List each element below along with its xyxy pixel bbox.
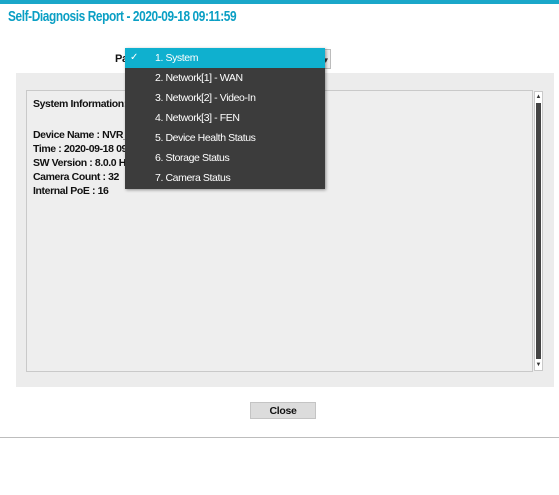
menu-item-network-wan[interactable]: 2. Network[1] - WAN (125, 68, 325, 88)
menu-item-label: 4. Network[3] - FEN (155, 112, 240, 124)
menu-item-network-video-in[interactable]: 3. Network[2] - Video-In (125, 88, 325, 108)
menu-item-label: 3. Network[2] - Video-In (155, 92, 256, 104)
vertical-scrollbar[interactable]: ▲ ▼ (534, 91, 543, 371)
menu-item-label: 6. Storage Status (155, 152, 230, 164)
check-icon: ✓ (130, 52, 138, 63)
scrollbar-thumb[interactable] (536, 103, 541, 359)
menu-item-camera-status[interactable]: 7. Camera Status (125, 168, 325, 188)
title-accent-bar (0, 0, 559, 4)
dialog-title: Self-Diagnosis Report - 2020-09-18 09:11… (8, 9, 237, 25)
close-button[interactable]: Close (250, 402, 316, 419)
menu-item-label: 7. Camera Status (155, 172, 231, 184)
scroll-up-icon[interactable]: ▲ (535, 92, 542, 102)
footer-divider (0, 437, 559, 438)
menu-item-label: 1. System (155, 52, 199, 64)
menu-item-device-health[interactable]: 5. Device Health Status (125, 128, 325, 148)
menu-item-network-fen[interactable]: 4. Network[3] - FEN (125, 108, 325, 128)
scroll-down-icon[interactable]: ▼ (535, 360, 542, 370)
page-dropdown-menu: ✓ 1. System 2. Network[1] - WAN 3. Netwo… (125, 48, 325, 189)
menu-item-storage-status[interactable]: 6. Storage Status (125, 148, 325, 168)
menu-item-system[interactable]: ✓ 1. System (125, 48, 325, 68)
menu-item-label: 2. Network[1] - WAN (155, 72, 243, 84)
menu-item-label: 5. Device Health Status (155, 132, 256, 144)
